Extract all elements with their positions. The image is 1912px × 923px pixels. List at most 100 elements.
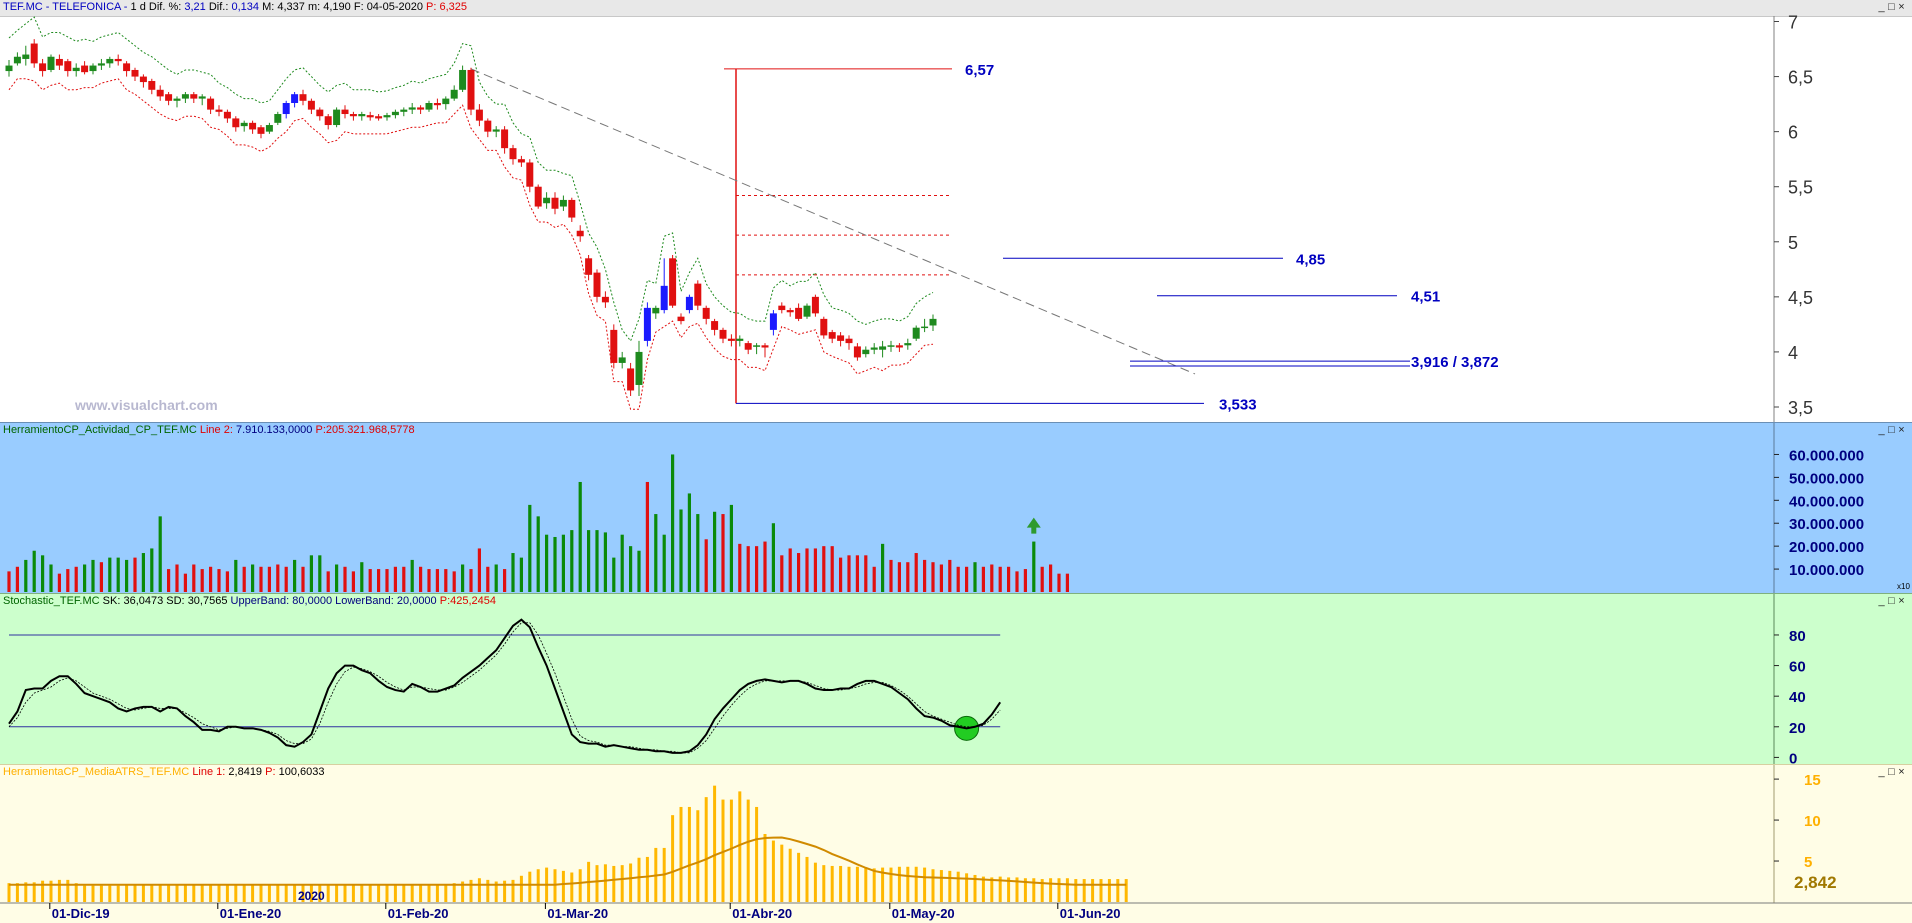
- volume-bar: [536, 516, 540, 592]
- volume-bar: [713, 511, 717, 592]
- volume-bar: [889, 559, 893, 592]
- atr-bar: [847, 866, 851, 902]
- level-label: 3,916 / 3,872: [1411, 354, 1499, 371]
- price-y-tick-label: 6: [1788, 123, 1798, 143]
- volume-bar: [679, 509, 683, 592]
- candle: [862, 349, 870, 355]
- atr-bar: [704, 797, 708, 902]
- candle: [265, 125, 273, 132]
- volume-bar: [864, 555, 868, 592]
- candle: [585, 258, 593, 275]
- candle: [257, 127, 265, 134]
- volume-bar: [612, 557, 616, 592]
- volume-bar: [914, 553, 918, 592]
- atr-bar: [251, 884, 255, 902]
- stochastic-pane[interactable]: Stochastic_TEF.MC SK: 36,0473 SD: 30,756…: [0, 593, 1912, 765]
- volume-bar: [175, 564, 179, 592]
- volume-bar: [74, 566, 78, 592]
- volume-bar: [603, 532, 607, 592]
- atr-bar: [1049, 878, 1053, 902]
- price-y-tick-label: 3,5: [1788, 398, 1813, 418]
- candle: [711, 321, 719, 330]
- candle: [811, 296, 819, 314]
- volume-bar: [377, 569, 381, 592]
- volume-bar: [32, 550, 36, 592]
- atr-bar: [209, 884, 213, 902]
- volume-bar: [343, 566, 347, 592]
- atr-bar: [267, 884, 271, 902]
- atr-bar: [805, 856, 809, 902]
- volume-bar: [881, 543, 885, 592]
- volume-bar: [167, 569, 171, 592]
- atr-bar: [788, 848, 792, 902]
- volume-chart[interactable]: 60.000.000 50.000.000 40.000.000 30.000.000…: [0, 423, 1912, 594]
- volume-bar: [217, 569, 221, 592]
- volume-bar: [847, 555, 851, 592]
- x-axis-label: 01-Jun-20: [1060, 906, 1121, 921]
- atr-bar: [175, 884, 179, 902]
- x-axis-label: 01-Mar-20: [547, 906, 608, 921]
- candle: [820, 318, 828, 336]
- atr-bar: [183, 884, 187, 902]
- atr-bar: [7, 883, 11, 902]
- candle: [912, 327, 920, 339]
- volume-bar: [83, 564, 87, 592]
- volume-bar: [645, 481, 649, 592]
- price-pane[interactable]: TEF.MC - TELEFONICA - 1 d Dif. %: 3,21 D…: [0, 0, 1912, 422]
- volume-bar: [301, 566, 305, 592]
- volume-bar: [150, 548, 154, 592]
- candle: [341, 109, 349, 115]
- candle: [55, 58, 63, 66]
- volume-bar: [696, 514, 700, 592]
- volume-bar: [267, 566, 271, 592]
- volume-bar: [511, 553, 515, 592]
- candle: [165, 94, 173, 101]
- candle: [685, 296, 693, 311]
- atr-bar: [570, 872, 574, 902]
- candle: [131, 69, 139, 77]
- volume-bar: [897, 562, 901, 592]
- atr-bar: [603, 864, 607, 902]
- candle: [349, 114, 357, 117]
- candle: [618, 357, 626, 363]
- candle: [744, 343, 752, 350]
- volume-bar: [839, 557, 843, 592]
- downtrend-line: [470, 68, 1196, 375]
- atr-bar: [15, 883, 19, 902]
- candle: [895, 345, 903, 348]
- volume-bar: [469, 569, 473, 592]
- candle: [543, 197, 551, 204]
- atr-bar: [377, 884, 381, 902]
- volume-y-tick-label: 50.000.000: [1789, 470, 1864, 487]
- atr-bar: [242, 884, 246, 902]
- atr-bar: [225, 884, 229, 902]
- candle: [417, 107, 425, 110]
- volume-bar: [251, 564, 255, 592]
- volume-bar: [435, 569, 439, 592]
- atr-bar: [612, 865, 616, 902]
- atr-bar: [486, 879, 490, 902]
- candle: [568, 199, 576, 218]
- atr-bar: [91, 885, 95, 902]
- atr-bar: [528, 871, 532, 902]
- x-axis-label: 01-Dic-19: [52, 906, 110, 921]
- atr-bar: [889, 867, 893, 902]
- stochastic-chart[interactable]: 80 60 40 20 0: [0, 594, 1912, 765]
- atr-bar: [511, 879, 515, 902]
- volume-bar: [998, 566, 1002, 592]
- candle: [467, 69, 475, 110]
- atr-y-tick-label: 5: [1804, 854, 1812, 871]
- atr-bar: [74, 883, 78, 902]
- volume-bar: [402, 566, 406, 592]
- candle: [173, 98, 181, 101]
- price-y-tick-label: 5,5: [1788, 178, 1813, 198]
- volume-pane[interactable]: HerramientoCP_Actividad_CP_TEF.MC Line 2…: [0, 422, 1912, 594]
- price-chart[interactable]: 7 6,5 6 5,5 5 4,5 4 3,5 6,57 4,85 4,51 3,916 / 3,87…: [0, 0, 1912, 422]
- volume-bar: [687, 493, 691, 592]
- volume-bar: [57, 573, 61, 592]
- candle: [904, 343, 912, 346]
- atr-bar: [645, 856, 649, 902]
- atr-pane[interactable]: HerramientaCP_MediaATRS_TEF.MC Line 1: 2…: [0, 764, 1912, 923]
- x-axis-label: 01-Abr-20: [732, 906, 792, 921]
- atr-chart[interactable]: 15 10 5 2,842 01-Dic-19 01-Ene-20 01-Feb-20 01-…: [0, 765, 1912, 923]
